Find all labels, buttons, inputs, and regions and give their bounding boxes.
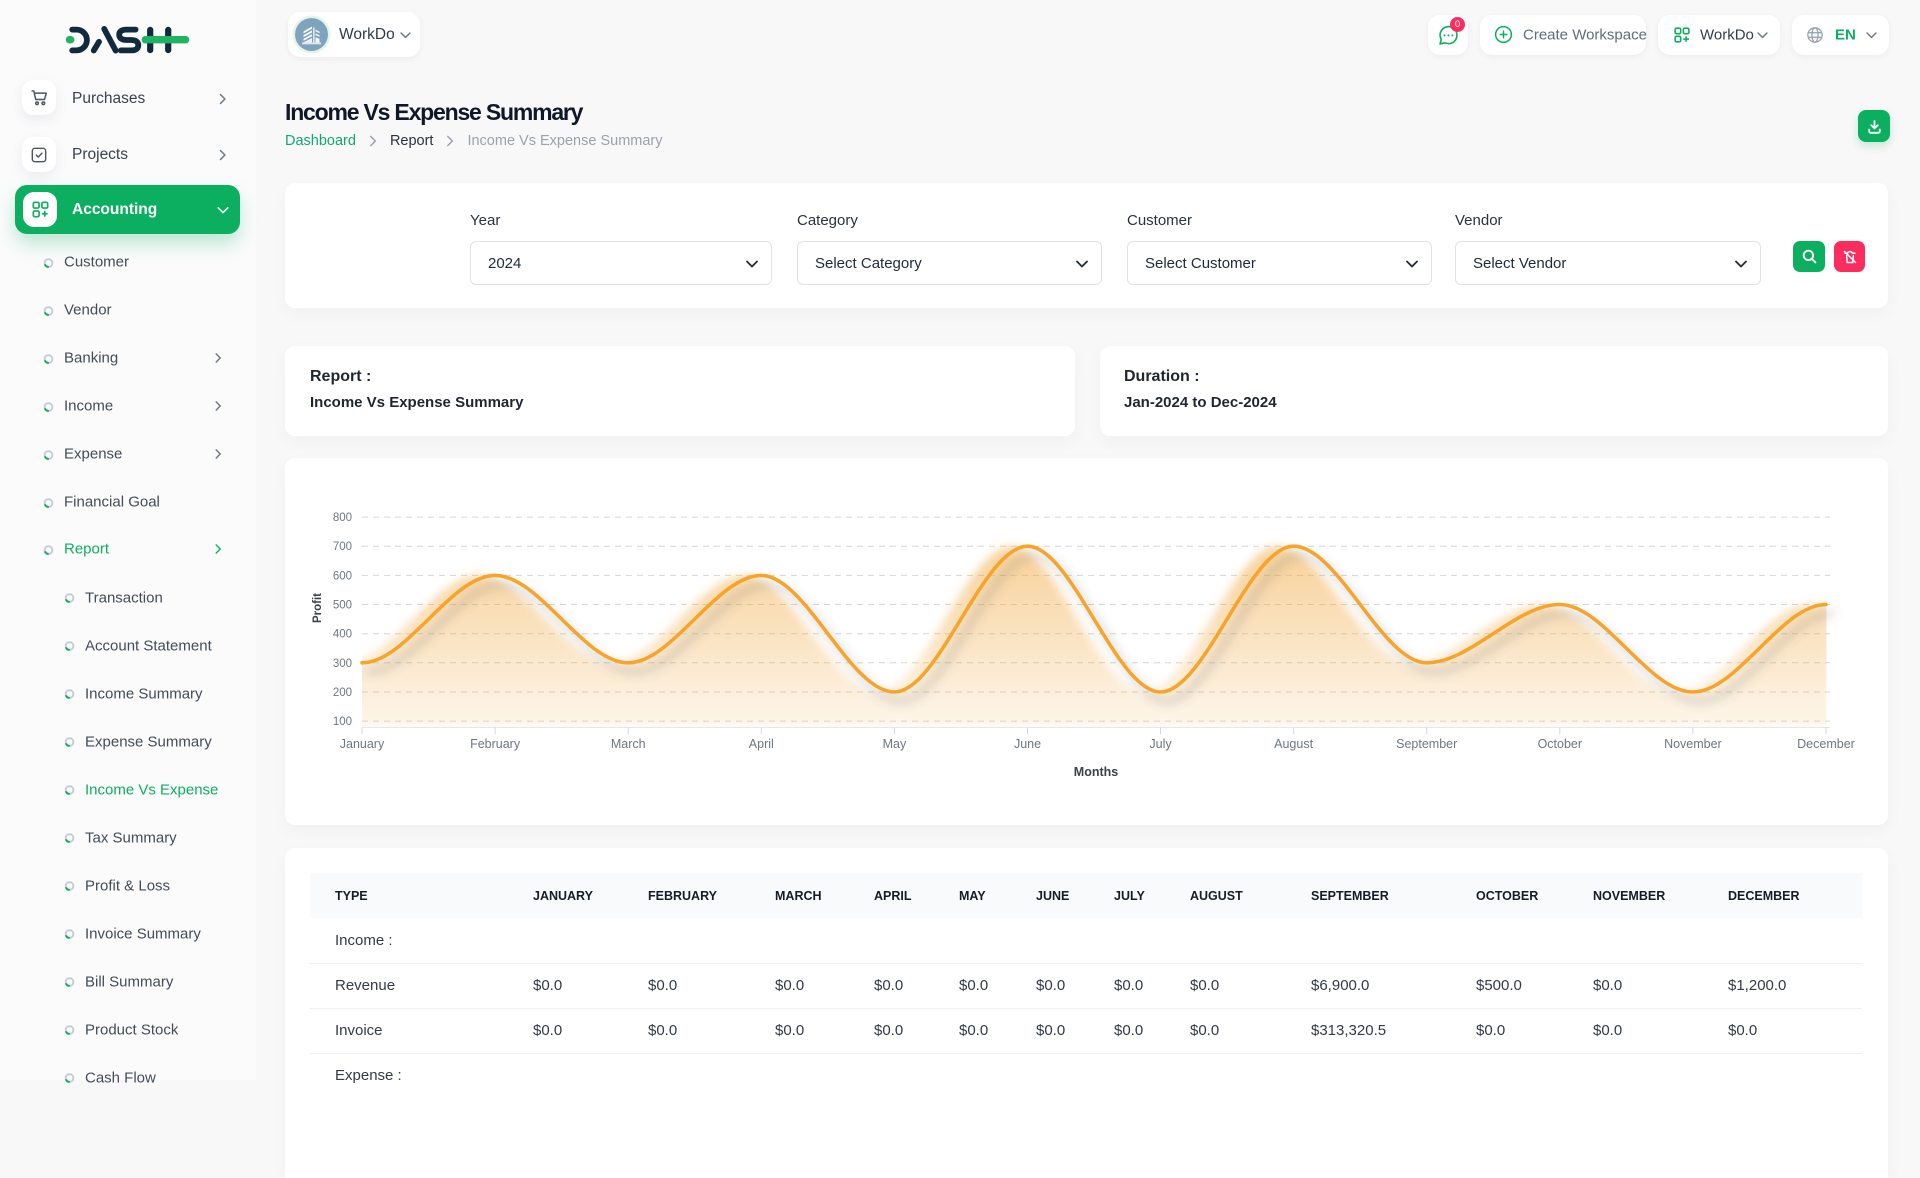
svg-text:April: April: [749, 737, 774, 751]
svg-text:Months: Months: [1074, 765, 1118, 779]
svg-text:500: 500: [333, 600, 352, 612]
svg-text:March: March: [611, 737, 646, 751]
svg-text:700: 700: [333, 541, 352, 553]
svg-text:600: 600: [333, 570, 352, 582]
svg-text:September: September: [1396, 737, 1457, 751]
svg-text:800: 800: [333, 512, 352, 524]
svg-text:August: August: [1274, 737, 1313, 751]
svg-text:100: 100: [333, 716, 352, 728]
svg-text:400: 400: [333, 629, 352, 641]
svg-text:300: 300: [333, 658, 352, 670]
svg-text:200: 200: [333, 687, 352, 699]
svg-text:June: June: [1014, 737, 1041, 751]
svg-text:December: December: [1797, 737, 1855, 751]
svg-text:February: February: [470, 737, 521, 751]
svg-text:November: November: [1664, 737, 1722, 751]
svg-text:May: May: [883, 737, 907, 751]
svg-text:Profit: Profit: [312, 593, 324, 623]
svg-text:July: July: [1149, 737, 1172, 751]
svg-text:October: October: [1538, 737, 1582, 751]
svg-text:January: January: [340, 737, 385, 751]
